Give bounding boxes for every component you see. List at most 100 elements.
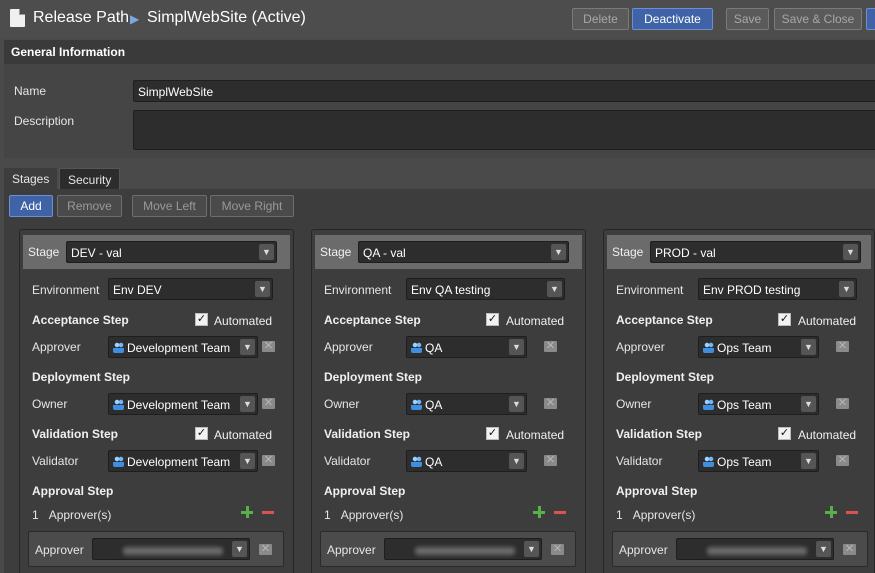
stage-select[interactable]: QA - val ▼ bbox=[358, 241, 569, 263]
approver-select[interactable]: Development Team ▼ bbox=[108, 336, 258, 358]
approver-row: Approver ▼ bbox=[612, 531, 868, 567]
move-left-button[interactable]: Move Left bbox=[132, 195, 207, 217]
chevron-down-icon: ▼ bbox=[240, 339, 255, 355]
deployment-step-heading: Deployment Step bbox=[32, 370, 131, 384]
validation-automated-label: Automated bbox=[214, 428, 273, 442]
owner-value: QA bbox=[425, 398, 443, 412]
stage-select[interactable]: DEV - val ▼ bbox=[66, 241, 277, 263]
mail-icon[interactable] bbox=[544, 398, 557, 409]
approver-row-select[interactable]: ▼ bbox=[384, 538, 542, 560]
chevron-down-icon: ▼ bbox=[509, 396, 524, 412]
group-icon bbox=[703, 456, 714, 467]
stage-select[interactable]: PROD - val ▼ bbox=[650, 241, 861, 263]
minus-icon[interactable] bbox=[554, 511, 566, 514]
description-input[interactable] bbox=[133, 110, 875, 150]
plus-icon[interactable] bbox=[241, 506, 253, 518]
stage-header: Stage QA - val ▼ bbox=[315, 235, 582, 269]
approval-step-heading: Approval Step bbox=[32, 484, 114, 498]
stage-label: Stage bbox=[320, 245, 352, 259]
approver-label: Approver bbox=[616, 340, 665, 354]
approver-value: QA bbox=[425, 341, 443, 355]
acceptance-automated-checkbox[interactable]: ✓ bbox=[778, 313, 791, 326]
delete-button[interactable]: Delete bbox=[572, 8, 629, 30]
environment-select[interactable]: Env PROD testing ▼ bbox=[698, 278, 857, 300]
owner-select[interactable]: Ops Team ▼ bbox=[698, 393, 819, 415]
owner-label: Owner bbox=[324, 397, 360, 411]
chevron-down-icon: ▼ bbox=[801, 396, 816, 412]
approver-row-select[interactable]: ▼ bbox=[676, 538, 834, 560]
validator-value: Ops Team bbox=[717, 455, 772, 469]
tab-strip: Stages Security bbox=[4, 166, 875, 190]
environment-select[interactable]: Env QA testing ▼ bbox=[406, 278, 565, 300]
group-icon bbox=[113, 399, 124, 410]
mail-icon[interactable] bbox=[836, 455, 849, 466]
mail-icon[interactable] bbox=[843, 544, 856, 555]
approver-count: 1 Approver(s) bbox=[32, 508, 111, 522]
owner-select[interactable]: Development Team ▼ bbox=[108, 393, 258, 415]
save-close-button[interactable]: Save & Close bbox=[774, 8, 862, 30]
approver-row-select[interactable]: ▼ bbox=[92, 538, 250, 560]
validation-step-heading: Validation Step bbox=[32, 427, 119, 441]
validation-automated-checkbox[interactable]: ✓ bbox=[486, 427, 499, 440]
plus-icon[interactable] bbox=[825, 506, 837, 518]
mail-icon[interactable] bbox=[544, 455, 557, 466]
redacted-value bbox=[415, 547, 515, 555]
group-icon bbox=[411, 456, 422, 467]
validation-automated-label: Automated bbox=[506, 428, 565, 442]
stage-header: Stage DEV - val ▼ bbox=[23, 235, 290, 269]
approver-count-label: Approver(s) bbox=[632, 508, 696, 522]
approver-row: Approver ▼ bbox=[28, 531, 284, 567]
acceptance-step-heading: Acceptance Step bbox=[32, 313, 129, 327]
environment-label: Environment bbox=[32, 283, 100, 297]
group-icon bbox=[113, 342, 124, 353]
mail-icon[interactable] bbox=[262, 341, 275, 352]
validator-label: Validator bbox=[32, 454, 79, 468]
validator-select[interactable]: Development Team ▼ bbox=[108, 450, 258, 472]
tab-security[interactable]: Security bbox=[59, 168, 121, 190]
acceptance-step-heading: Acceptance Step bbox=[616, 313, 713, 327]
stage-select-value: PROD - val bbox=[655, 246, 716, 260]
mail-icon[interactable] bbox=[262, 455, 275, 466]
name-input[interactable]: SimplWebSite bbox=[133, 80, 875, 102]
extra-toolbar-button[interactable] bbox=[866, 8, 875, 30]
chevron-down-icon: ▼ bbox=[816, 541, 831, 557]
stage-card-qa: Stage QA - val ▼ Environment Env QA testi… bbox=[311, 229, 586, 573]
mail-icon[interactable] bbox=[551, 544, 564, 555]
approver-select[interactable]: QA ▼ bbox=[406, 336, 527, 358]
approver-value: Ops Team bbox=[717, 341, 772, 355]
remove-stage-button[interactable]: Remove bbox=[57, 195, 122, 217]
validator-select[interactable]: QA ▼ bbox=[406, 450, 527, 472]
mail-icon[interactable] bbox=[262, 398, 275, 409]
approver-row-label: Approver bbox=[35, 543, 84, 557]
tab-stages[interactable]: Stages bbox=[4, 168, 58, 190]
deactivate-button[interactable]: Deactivate bbox=[632, 8, 713, 30]
acceptance-automated-checkbox[interactable]: ✓ bbox=[486, 313, 499, 326]
move-right-button[interactable]: Move Right bbox=[210, 195, 294, 217]
group-icon bbox=[703, 399, 714, 410]
approver-label: Approver bbox=[324, 340, 373, 354]
mail-icon[interactable] bbox=[544, 341, 557, 352]
validator-select[interactable]: Ops Team ▼ bbox=[698, 450, 819, 472]
acceptance-automated-label: Automated bbox=[798, 314, 857, 328]
plus-icon[interactable] bbox=[533, 506, 545, 518]
title-bar: Release Path ▶ SimplWebSite (Active) Del… bbox=[0, 0, 875, 38]
stage-header: Stage PROD - val ▼ bbox=[607, 235, 871, 269]
mail-icon[interactable] bbox=[836, 398, 849, 409]
owner-select[interactable]: QA ▼ bbox=[406, 393, 527, 415]
validation-automated-checkbox[interactable]: ✓ bbox=[195, 427, 208, 440]
breadcrumb-release-path[interactable]: Release Path bbox=[33, 9, 129, 27]
minus-icon[interactable] bbox=[846, 511, 858, 514]
acceptance-automated-checkbox[interactable]: ✓ bbox=[195, 313, 208, 326]
chevron-down-icon: ▼ bbox=[551, 244, 566, 260]
approval-step-heading: Approval Step bbox=[324, 484, 406, 498]
validator-value: QA bbox=[425, 455, 443, 469]
validation-automated-checkbox[interactable]: ✓ bbox=[778, 427, 791, 440]
mail-icon[interactable] bbox=[836, 341, 849, 352]
environment-select[interactable]: Env DEV ▼ bbox=[108, 278, 273, 300]
add-stage-button[interactable]: Add bbox=[9, 195, 53, 217]
chevron-down-icon: ▼ bbox=[843, 244, 858, 260]
minus-icon[interactable] bbox=[262, 511, 274, 514]
save-button[interactable]: Save bbox=[726, 8, 769, 30]
approver-select[interactable]: Ops Team ▼ bbox=[698, 336, 819, 358]
mail-icon[interactable] bbox=[259, 544, 272, 555]
